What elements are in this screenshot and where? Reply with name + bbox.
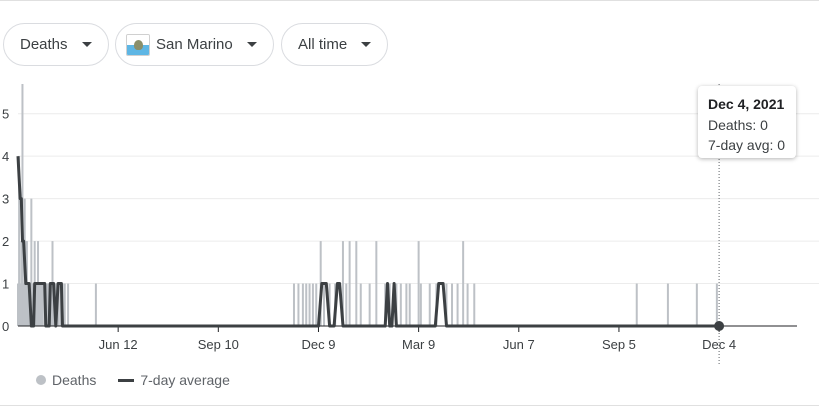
deaths-bar bbox=[417, 241, 420, 326]
deaths-bar bbox=[94, 283, 97, 326]
x-tick-label: Dec 9 bbox=[301, 337, 335, 352]
deaths-bar bbox=[297, 283, 300, 326]
x-tick-label: Dec 4 bbox=[702, 337, 736, 352]
deaths-bar bbox=[451, 283, 454, 326]
deaths-bar bbox=[311, 283, 314, 326]
location-dropdown-label: San Marino bbox=[156, 36, 233, 53]
hover-tooltip: Dec 4, 2021 Deaths: 0 7-day avg: 0 bbox=[698, 86, 796, 158]
chevron-down-icon bbox=[361, 42, 372, 47]
deaths-legend-dot-icon bbox=[36, 375, 46, 385]
x-tick-label: Sep 10 bbox=[198, 337, 239, 352]
deaths-bar bbox=[375, 241, 378, 326]
chart-legend: Deaths 7-day average bbox=[36, 372, 230, 388]
metric-dropdown[interactable]: Deaths bbox=[3, 23, 109, 66]
deaths-bar bbox=[462, 241, 465, 326]
x-tick-label: Jun 7 bbox=[503, 337, 535, 352]
deaths-bar bbox=[399, 283, 402, 326]
x-tick-label: Jun 12 bbox=[99, 337, 138, 352]
deaths-bar bbox=[323, 283, 326, 326]
deaths-bar bbox=[695, 283, 698, 326]
bottom-divider bbox=[0, 405, 819, 406]
deaths-bar bbox=[292, 283, 295, 326]
y-tick-label: 3 bbox=[2, 192, 9, 207]
deaths-bar bbox=[359, 283, 362, 326]
tooltip-date: Dec 4, 2021 bbox=[708, 96, 785, 112]
deaths-bar bbox=[67, 283, 70, 326]
x-tick-label: Sep 5 bbox=[602, 337, 636, 352]
deaths-chart[interactable]: 0 1 2 3 4 5 Jun 12 Sep 10 Dec 9 Mar 9 Jun 7 Sep 5 De… bbox=[0, 80, 819, 365]
y-tick-label: 4 bbox=[2, 149, 9, 164]
deaths-bar bbox=[63, 283, 66, 326]
deaths-bar bbox=[666, 283, 669, 326]
top-divider bbox=[0, 0, 819, 1]
chevron-down-icon bbox=[246, 42, 257, 47]
tooltip-average: 7-day avg: 0 bbox=[708, 137, 786, 153]
y-tick-label: 5 bbox=[2, 107, 9, 122]
location-dropdown[interactable]: San Marino bbox=[115, 23, 274, 66]
deaths-bar bbox=[419, 283, 422, 326]
tooltip-deaths: Deaths: 0 bbox=[708, 116, 768, 133]
deaths-bar bbox=[41, 283, 44, 326]
y-tick-label: 1 bbox=[2, 277, 9, 292]
deaths-bar bbox=[473, 283, 476, 326]
time-range-dropdown-label: All time bbox=[298, 36, 348, 53]
deaths-bar bbox=[405, 283, 408, 326]
san-marino-flag-icon bbox=[126, 33, 150, 56]
y-tick-label: 2 bbox=[2, 234, 9, 249]
hover-marker bbox=[714, 321, 725, 331]
chevron-down-icon bbox=[81, 42, 92, 47]
deaths-bar bbox=[428, 283, 431, 326]
deaths-bar bbox=[345, 283, 348, 326]
time-range-dropdown[interactable]: All time bbox=[281, 23, 389, 66]
deaths-bar bbox=[466, 283, 469, 326]
deaths-bar bbox=[355, 241, 358, 326]
y-tick-label: 0 bbox=[2, 319, 9, 334]
average-legend-line-icon bbox=[118, 378, 135, 382]
deaths-bar bbox=[315, 283, 318, 326]
deaths-bar bbox=[456, 283, 459, 326]
deaths-bar bbox=[635, 283, 638, 326]
deaths-bar bbox=[305, 283, 308, 326]
x-tick-label: Mar 9 bbox=[402, 337, 435, 352]
deaths-bar bbox=[368, 283, 371, 326]
deaths-bar bbox=[308, 283, 311, 326]
metric-dropdown-label: Deaths bbox=[20, 36, 68, 53]
legend-average-label: 7-day average bbox=[140, 372, 230, 388]
legend-deaths-label: Deaths bbox=[52, 372, 97, 388]
deaths-bar bbox=[348, 241, 351, 326]
deaths-bar bbox=[301, 283, 304, 326]
deaths-bar bbox=[408, 283, 411, 326]
deaths-bar bbox=[715, 283, 718, 326]
